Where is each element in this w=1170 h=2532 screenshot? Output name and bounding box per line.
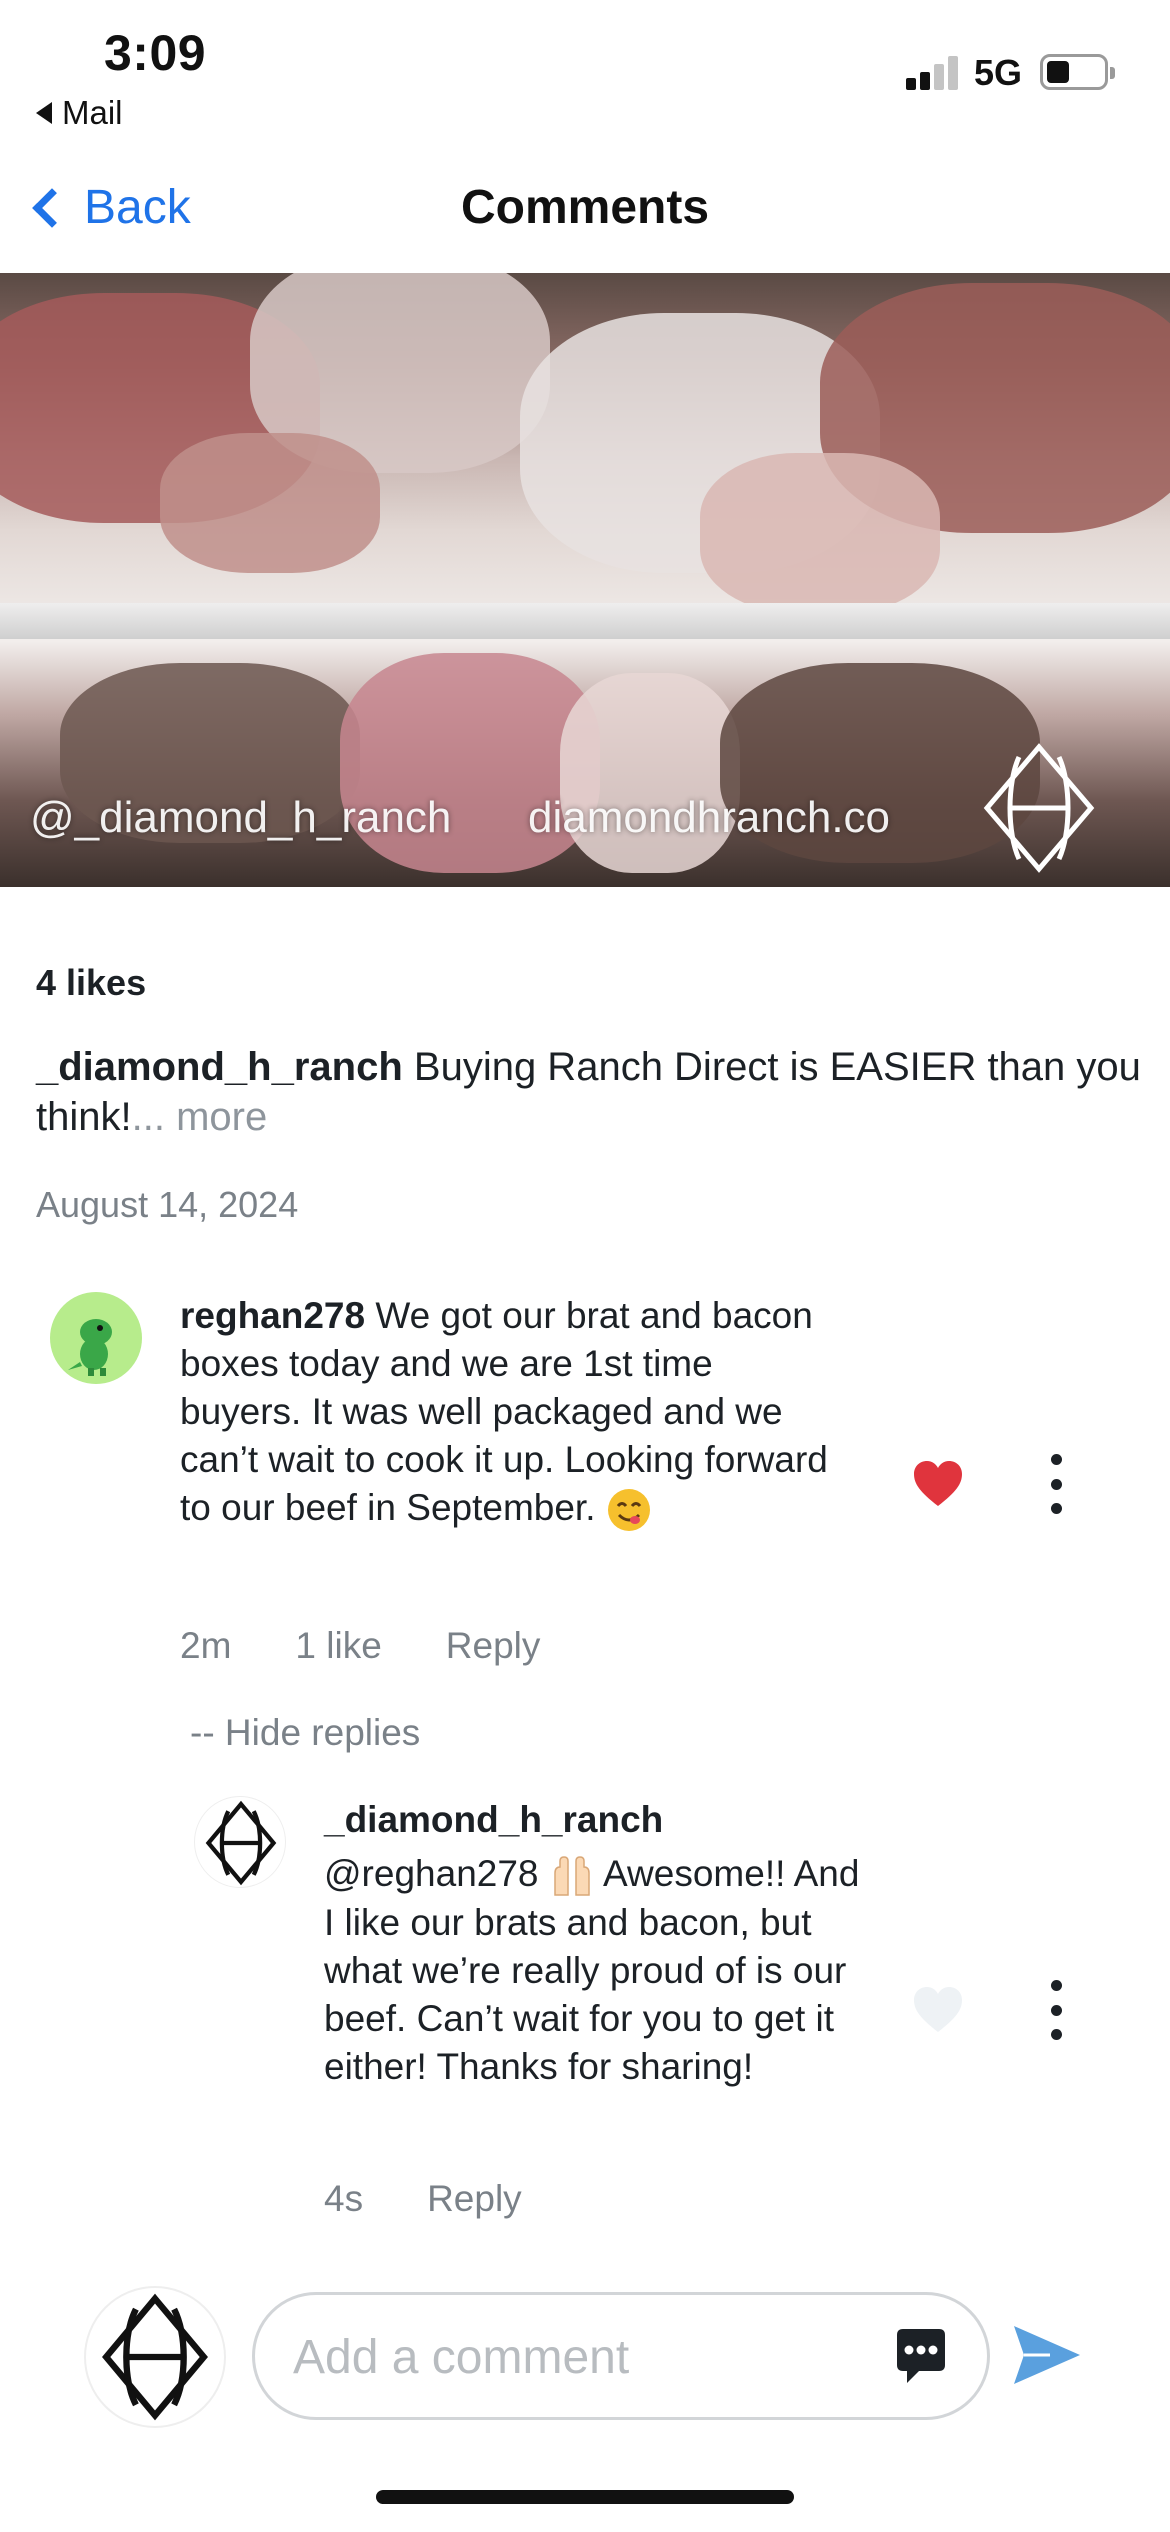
watermark-handle: @_diamond_h_ranch bbox=[30, 793, 452, 842]
self-avatar bbox=[84, 2286, 226, 2428]
comment-username[interactable]: reghan278 bbox=[180, 1295, 365, 1336]
watermark-site: diamondhranch.co bbox=[528, 793, 891, 842]
commenter-avatar[interactable] bbox=[50, 1292, 142, 1384]
comment-time: 2m bbox=[180, 1625, 232, 1666]
back-app-label: Mail bbox=[62, 94, 123, 131]
send-icon[interactable] bbox=[1010, 2318, 1084, 2392]
status-bar: 3:09 Mail 5G bbox=[0, 0, 1170, 140]
page-title: Comments bbox=[460, 181, 710, 234]
comment-like-count[interactable]: 1 like bbox=[295, 1625, 381, 1667]
reply-meta: 4s Reply bbox=[324, 2178, 522, 2220]
comment-input[interactable] bbox=[293, 2325, 833, 2389]
freezer-shelf bbox=[0, 603, 1170, 639]
hide-replies-button[interactable]: -- Hide replies bbox=[190, 1712, 420, 1754]
reply-time: 4s bbox=[324, 2178, 364, 2219]
heart-icon[interactable] bbox=[910, 1456, 966, 1512]
dinosaur-avatar-icon bbox=[68, 1319, 112, 1376]
more-vertical-icon[interactable] bbox=[1046, 1454, 1066, 1514]
post-date: August 14, 2024 bbox=[36, 1184, 299, 1225]
yum-emoji-icon bbox=[607, 1489, 650, 1532]
navigation-bar: Back Comments bbox=[0, 150, 1170, 270]
reply-body: _diamond_h_ranch @reghan278 Awesome!! An… bbox=[324, 1796, 864, 2091]
reply-avatar[interactable] bbox=[194, 1796, 286, 1888]
comment-body: reghan278 We got our brat and bacon boxe… bbox=[180, 1292, 840, 1533]
diamond-h-logo-icon bbox=[205, 1800, 277, 1886]
battery-icon bbox=[1040, 54, 1115, 90]
home-indicator[interactable] bbox=[376, 2490, 794, 2504]
cellular-signal-icon bbox=[906, 56, 958, 90]
caption-more-link[interactable]: ... more bbox=[132, 1095, 268, 1139]
reply-reply-button[interactable]: Reply bbox=[427, 2178, 522, 2220]
post-caption: _diamond_h_ranch Buying Ranch Direct is … bbox=[36, 1042, 1146, 1142]
comment-input-container[interactable] bbox=[252, 2292, 990, 2420]
post-image[interactable]: @_diamond_h_ranch diamondhranch.co bbox=[0, 273, 1170, 887]
likes-count[interactable]: 4 likes bbox=[36, 962, 146, 1004]
heart-icon[interactable] bbox=[910, 1982, 966, 2038]
network-type: 5G bbox=[974, 52, 1023, 93]
diamond-h-logo-icon bbox=[983, 743, 1095, 873]
status-time: 3:09 bbox=[104, 25, 207, 81]
chat-bubble-icon[interactable] bbox=[889, 2325, 953, 2389]
caption-username[interactable]: _diamond_h_ranch bbox=[36, 1045, 403, 1089]
diamond-h-logo-icon bbox=[102, 2293, 208, 2421]
comment-reply-button[interactable]: Reply bbox=[446, 1625, 541, 1667]
reply-username[interactable]: _diamond_h_ranch bbox=[324, 1796, 864, 1844]
comment-meta: 2m 1 like Reply bbox=[180, 1625, 540, 1667]
back-triangle-icon bbox=[36, 102, 52, 124]
more-vertical-icon[interactable] bbox=[1046, 1980, 1066, 2040]
back-to-app-link[interactable]: Mail bbox=[36, 94, 123, 132]
raising-hands-emoji-icon bbox=[554, 1856, 590, 1896]
reply-mention[interactable]: @reghan278 bbox=[324, 1853, 539, 1894]
